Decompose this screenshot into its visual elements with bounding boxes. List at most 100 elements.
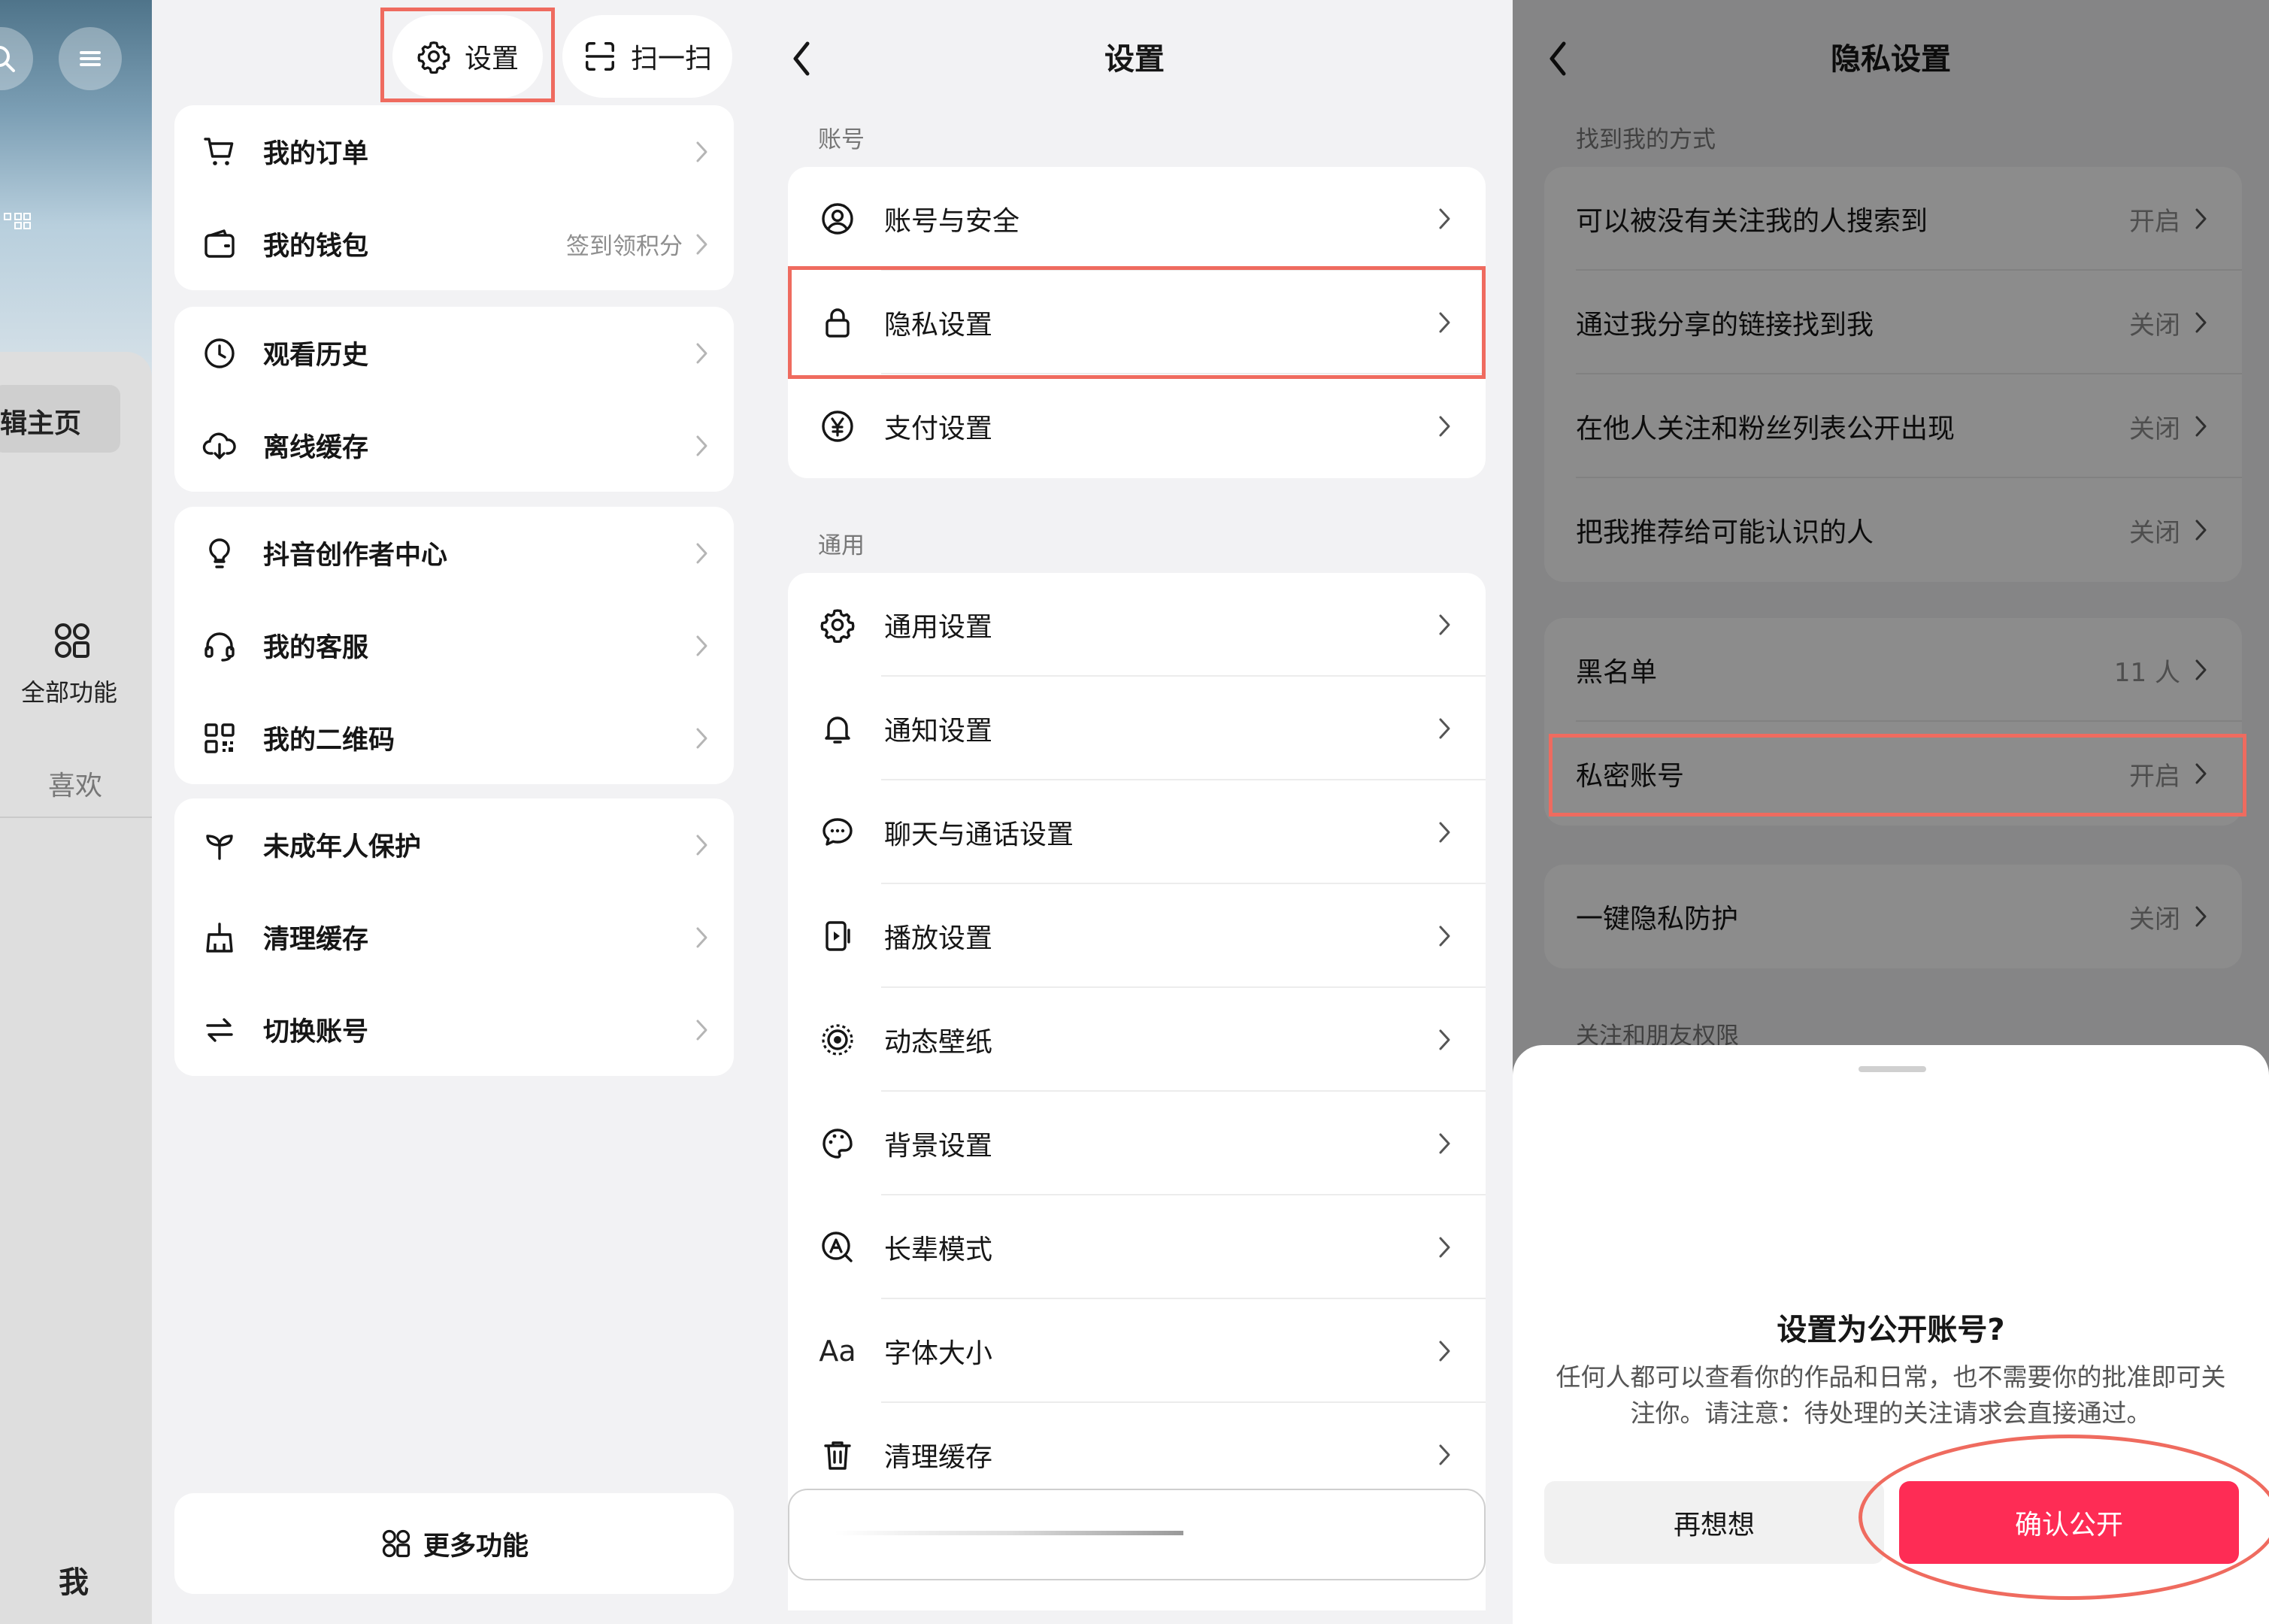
more-features-button[interactable]: 更多功能 xyxy=(174,1493,734,1594)
menu-item-qrcode[interactable]: 我的二维码 xyxy=(174,692,734,784)
privacy-highlight-box xyxy=(788,266,1486,379)
chevron-right-icon xyxy=(696,234,707,254)
like-tab[interactable]: 喜欢 xyxy=(48,764,102,803)
settings-item-playback[interactable]: 播放设置 xyxy=(788,884,1486,988)
settings-item-wallpaper[interactable]: 动态壁纸 xyxy=(788,988,1486,1092)
broom-icon xyxy=(206,922,233,953)
menu-item-minor-protection[interactable]: 未成年人保护 xyxy=(174,798,734,891)
chevron-right-icon xyxy=(696,543,707,563)
font-size-icon: Aa xyxy=(819,1335,856,1368)
play-icon xyxy=(826,921,850,951)
wallet-icon xyxy=(204,229,235,258)
scan-icon xyxy=(586,42,614,71)
chevron-right-icon xyxy=(1439,1029,1450,1050)
hamburger-icon xyxy=(80,51,101,66)
chevron-right-icon xyxy=(696,141,707,162)
bell-icon xyxy=(825,717,850,744)
chevron-right-icon xyxy=(1439,822,1450,843)
chevron-right-icon xyxy=(1439,208,1450,229)
more-features-label: 更多功能 xyxy=(423,1531,529,1562)
menu-item-switch-account[interactable]: 切换账号 xyxy=(174,983,734,1076)
section-label-account: 账号 xyxy=(818,126,865,153)
palette-icon xyxy=(822,1129,853,1159)
chevron-right-icon xyxy=(1439,614,1450,635)
gear-icon xyxy=(820,609,855,643)
wallet-sub-label: 签到领积分 xyxy=(566,233,683,260)
menu-item-customer-service[interactable]: 我的客服 xyxy=(174,599,734,692)
bottom-action-bar[interactable] xyxy=(788,1489,1486,1580)
settings-item-notification[interactable]: 通知设置 xyxy=(788,677,1486,780)
chevron-right-icon xyxy=(696,835,707,855)
chevron-right-icon xyxy=(696,435,707,456)
chevron-right-icon xyxy=(1439,416,1450,437)
settings-item-chat[interactable]: 聊天与通话设置 xyxy=(788,780,1486,884)
menu-item-offline-cache[interactable]: 离线缓存 xyxy=(174,399,734,492)
sprout-icon xyxy=(206,834,233,860)
menu-button[interactable] xyxy=(59,27,122,90)
scan-button[interactable]: 扫一扫 xyxy=(562,15,732,98)
confirm-highlight-ellipse xyxy=(1859,1435,2269,1600)
section-label-general: 通用 xyxy=(818,532,865,559)
yen-icon xyxy=(822,411,853,442)
elder-icon xyxy=(822,1232,853,1262)
chevron-right-icon xyxy=(1439,1133,1450,1154)
profile-sheet xyxy=(0,352,152,1624)
clock-icon xyxy=(204,338,235,368)
menu-card-orders: 我的订单 我的钱包 签到领积分 xyxy=(174,105,734,290)
settings-item-payment[interactable]: 支付设置 xyxy=(788,374,1486,478)
search-icon xyxy=(0,46,15,72)
lightbulb-icon xyxy=(209,538,230,568)
menu-item-wallet[interactable]: 我的钱包 签到领积分 xyxy=(174,198,734,290)
menu-item-orders[interactable]: 我的订单 xyxy=(174,105,734,198)
settings-item-elder-mode[interactable]: 长辈模式 xyxy=(788,1195,1486,1299)
chevron-right-icon xyxy=(1439,1341,1450,1362)
edit-profile-label: 辑主页 xyxy=(0,408,82,439)
private-account-highlight-box xyxy=(1549,734,2246,817)
headset-icon xyxy=(204,632,235,662)
user-circle-icon xyxy=(822,203,853,235)
switch-icon xyxy=(206,1017,233,1042)
chevron-right-icon xyxy=(1439,926,1450,947)
settings-item-background[interactable]: 背景设置 xyxy=(788,1092,1486,1195)
dialog-body: 任何人都可以查看你的作品和日常，也不需要你的批准即可关注你。请注意：待处理的关注… xyxy=(1556,1362,2226,1428)
settings-item-account-security[interactable]: 账号与安全 xyxy=(788,167,1486,271)
sheet-handle[interactable] xyxy=(1859,1066,1926,1072)
cancel-button[interactable]: 再想想 xyxy=(1544,1481,1884,1564)
chevron-right-icon xyxy=(696,1020,707,1040)
profile-menu-panel: 辑主页 全部功能 喜欢 我 设置 扫一扫 我的订单 我的钱包 签到领积分 观看历… xyxy=(0,0,756,1624)
all-features-button[interactable]: 全部功能 xyxy=(21,674,117,708)
dialog-title: 设置为公开账号? xyxy=(1777,1313,2005,1347)
chevron-right-icon xyxy=(696,728,707,748)
trash-icon xyxy=(824,1441,851,1470)
settings-item-font-size[interactable]: Aa 字体大小 xyxy=(788,1299,1486,1403)
settings-panel: 设置 账号 账号与安全 隐私设置 支付设置 通用 通用设置 通知设置 聊天与通话… xyxy=(756,0,1513,1624)
cart-icon xyxy=(204,137,234,165)
menu-card-creator: 抖音创作者中心 我的客服 我的二维码 xyxy=(174,507,734,784)
chat-icon xyxy=(822,818,853,846)
page-title: 设置 xyxy=(1104,42,1165,77)
menu-card-misc: 未成年人保护 清理缓存 切换账号 xyxy=(174,798,734,1076)
strip-divider xyxy=(0,817,152,818)
settings-item-general[interactable]: 通用设置 xyxy=(788,573,1486,677)
qrcode-icon xyxy=(204,723,235,753)
wallpaper-icon xyxy=(822,1024,853,1056)
cloud-download-icon xyxy=(202,432,236,459)
menu-card-history: 观看历史 离线缓存 xyxy=(174,307,734,492)
grid-icon xyxy=(382,1529,410,1558)
chevron-right-icon xyxy=(1439,718,1450,739)
menu-item-clear-cache[interactable]: 清理缓存 xyxy=(174,891,734,983)
grid-icon xyxy=(53,621,92,660)
privacy-panel: 隐私设置 找到我的方式 可以被没有关注我的人搜索到 开启 通过我分享的链接找到我… xyxy=(1513,0,2269,1624)
menu-item-history[interactable]: 观看历史 xyxy=(174,307,734,399)
profile-sidebar-strip: 辑主页 全部功能 喜欢 我 xyxy=(0,0,152,1624)
tab-me[interactable]: 我 xyxy=(59,1558,89,1601)
chevron-right-icon xyxy=(696,343,707,363)
chevron-right-icon xyxy=(1439,1444,1450,1465)
scan-label: 扫一扫 xyxy=(630,44,712,74)
obscured-bar xyxy=(835,1531,1183,1535)
menu-item-creator-center[interactable]: 抖音创作者中心 xyxy=(174,507,734,599)
general-card: 通用设置 通知设置 聊天与通话设置 播放设置 动态壁纸 背景设置 长辈模式 Aa… xyxy=(788,573,1486,1610)
chevron-right-icon xyxy=(696,635,707,656)
settings-highlight-box xyxy=(380,8,555,102)
qrcode-mini-icon xyxy=(3,211,33,233)
